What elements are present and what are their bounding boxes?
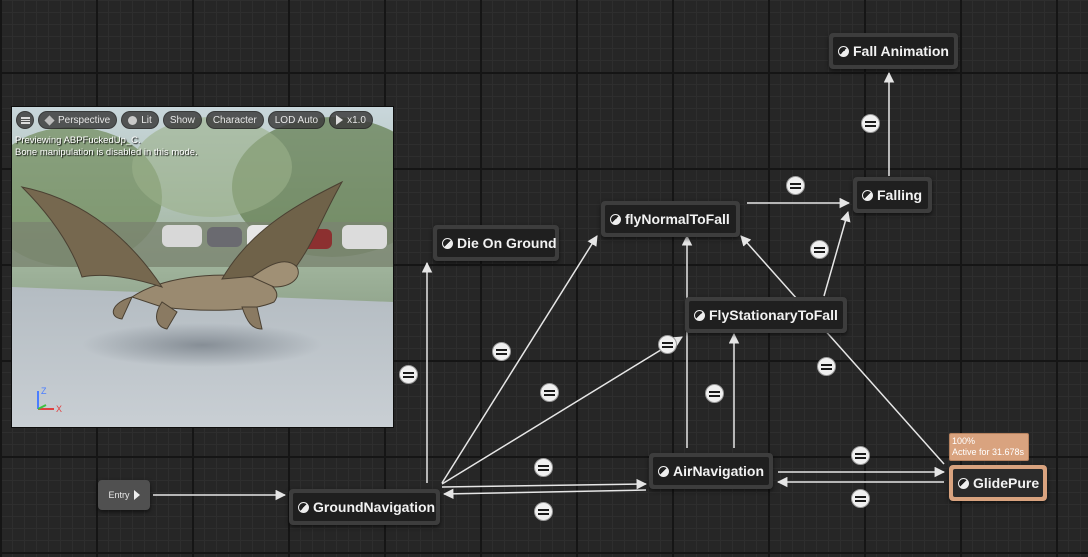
playback-speed-button[interactable]: x1.0 bbox=[329, 111, 373, 129]
viewport-toolbar: Perspective Lit Show Character LOD Auto … bbox=[16, 111, 373, 129]
lod-label: LOD Auto bbox=[274, 114, 319, 126]
perspective-label: Perspective bbox=[58, 114, 111, 126]
viewport-info: Previewing ABPFuckedUp_C. Bone manipulat… bbox=[15, 135, 198, 159]
active-state-debug-badge: 100% Active for 31.678s bbox=[949, 433, 1029, 461]
state-icon bbox=[838, 45, 849, 57]
state-icon bbox=[442, 237, 453, 249]
state-glide-pure[interactable]: GlidePure bbox=[949, 465, 1047, 501]
transition-rule-icon[interactable] bbox=[817, 357, 836, 376]
hamburger-icon bbox=[20, 116, 30, 124]
lit-label: Lit bbox=[141, 114, 152, 126]
lit-button[interactable]: Lit bbox=[121, 111, 159, 129]
state-label: GlidePure bbox=[973, 475, 1040, 491]
wire-ground-to-flystationary bbox=[441, 336, 683, 485]
transition-rule-icon[interactable] bbox=[492, 342, 511, 361]
state-label: GroundNavigation bbox=[313, 499, 436, 515]
entry-node[interactable]: Entry bbox=[98, 480, 150, 510]
transition-rule-icon[interactable] bbox=[399, 365, 418, 384]
state-label: Falling bbox=[877, 187, 923, 203]
state-ground-navigation[interactable]: GroundNavigation bbox=[289, 489, 440, 525]
wire-ground-to-flynormal bbox=[441, 235, 598, 484]
transition-rule-icon[interactable] bbox=[540, 383, 559, 402]
show-button[interactable]: Show bbox=[162, 111, 202, 129]
state-icon bbox=[658, 465, 669, 477]
state-fly-normal-to-fall[interactable]: flyNormalToFall bbox=[601, 201, 740, 237]
preview-viewport[interactable]: Perspective Lit Show Character LOD Auto … bbox=[11, 106, 394, 428]
perspective-button[interactable]: Perspective bbox=[38, 111, 118, 129]
transition-rule-icon[interactable] bbox=[705, 384, 724, 403]
character-label: Character bbox=[212, 114, 257, 126]
state-label: Die On Ground bbox=[457, 235, 557, 251]
state-falling[interactable]: Falling bbox=[853, 177, 932, 213]
debug-active-time: Active for 31.678s bbox=[952, 447, 1025, 457]
state-icon bbox=[694, 309, 705, 321]
character-button[interactable]: Character bbox=[205, 111, 264, 129]
wire-air-to-ground bbox=[442, 488, 647, 500]
play-icon bbox=[336, 115, 344, 125]
transition-rule-icon[interactable] bbox=[861, 114, 880, 133]
transition-rule-icon[interactable] bbox=[851, 489, 870, 508]
state-fly-stationary-to-fall[interactable]: FlyStationaryToFall bbox=[685, 297, 847, 333]
entry-label: Entry bbox=[108, 490, 130, 500]
state-fall-animation[interactable]: Fall Animation bbox=[829, 33, 958, 69]
transition-rule-icon[interactable] bbox=[534, 458, 553, 477]
transition-rule-icon[interactable] bbox=[658, 335, 677, 354]
transition-rule-icon[interactable] bbox=[851, 446, 870, 465]
state-icon bbox=[610, 213, 621, 225]
transition-rule-icon[interactable] bbox=[786, 176, 805, 195]
state-icon bbox=[862, 189, 873, 201]
state-label: flyNormalToFall bbox=[625, 211, 730, 227]
bone-info-line: Bone manipulation is disabled in this mo… bbox=[15, 147, 198, 158]
show-label: Show bbox=[169, 114, 195, 126]
state-air-navigation[interactable]: AirNavigation bbox=[649, 453, 773, 489]
axis-gizmo: Z X bbox=[37, 386, 62, 414]
transition-rule-icon[interactable] bbox=[810, 240, 829, 259]
cube-icon bbox=[44, 114, 55, 126]
wire-glide-to-flynormal bbox=[740, 235, 945, 465]
state-label: FlyStationaryToFall bbox=[709, 307, 838, 323]
preview-info-line: Previewing ABPFuckedUp_C. bbox=[15, 135, 141, 146]
light-icon bbox=[128, 115, 138, 125]
lod-button[interactable]: LOD Auto bbox=[267, 111, 326, 129]
viewport-menu-button[interactable] bbox=[16, 111, 34, 129]
axis-z-label: Z bbox=[41, 386, 47, 396]
state-die-on-ground[interactable]: Die On Ground bbox=[433, 225, 559, 261]
wire-ground-to-air bbox=[441, 478, 648, 490]
entry-arrow-icon bbox=[133, 490, 140, 500]
state-icon bbox=[298, 501, 309, 513]
state-icon bbox=[958, 477, 969, 489]
debug-weight: 100% bbox=[952, 436, 976, 446]
state-label: AirNavigation bbox=[673, 463, 765, 479]
speed-label: x1.0 bbox=[347, 114, 366, 126]
transition-rule-icon[interactable] bbox=[534, 502, 553, 521]
state-label: Fall Animation bbox=[853, 43, 949, 59]
axis-x-label: X bbox=[56, 404, 62, 414]
